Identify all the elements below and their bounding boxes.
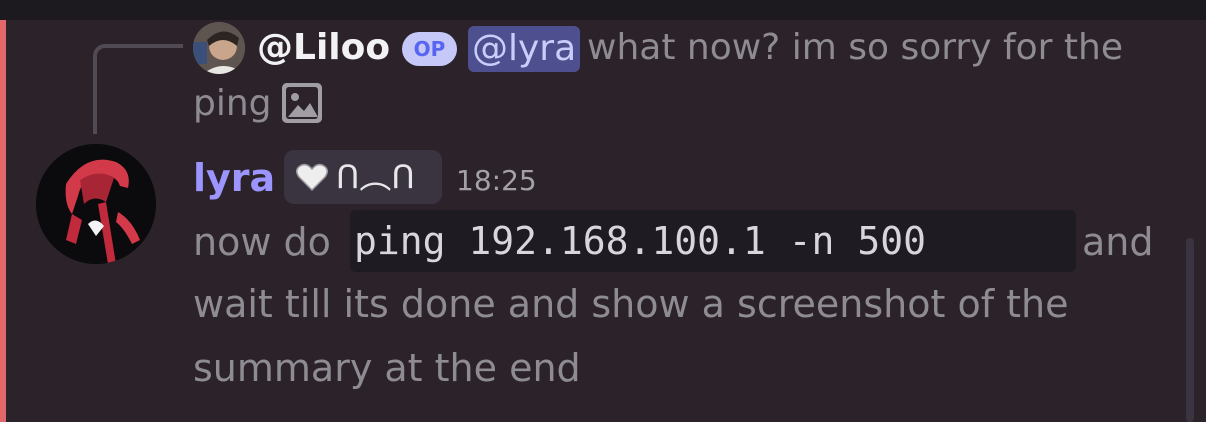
author-avatar[interactable]	[36, 144, 156, 264]
scrollbar[interactable]	[1186, 238, 1194, 422]
top-bar	[0, 0, 1206, 20]
message-text-prefix: now do	[193, 220, 331, 264]
message-text-line3: summary at the end	[193, 346, 581, 390]
reply-username[interactable]: @Liloo	[257, 22, 390, 74]
mention-lyra[interactable]: @lyra	[468, 26, 581, 72]
heart-icon	[296, 163, 328, 192]
avatar-image	[193, 22, 245, 74]
message-text-line2: wait till its done and show a screenshot…	[193, 282, 1069, 326]
op-badge: OP	[402, 32, 457, 66]
message-text-suffix: and	[1082, 220, 1154, 264]
highlight-accent-bar	[0, 20, 6, 422]
image-icon	[282, 83, 322, 123]
avatar-image	[36, 144, 156, 264]
reply-connector	[93, 44, 183, 134]
reply-avatar[interactable]	[193, 22, 245, 74]
author-name[interactable]: lyra	[193, 152, 275, 204]
message-timestamp[interactable]: 18:25	[456, 160, 537, 202]
inline-code: ping 192.168.100.1 -n 500	[350, 210, 1076, 272]
reply-text-line1[interactable]: what now? im so sorry for the	[587, 22, 1123, 74]
clan-tag[interactable]: ᑎ︵ᑎ	[284, 150, 442, 204]
clan-tag-text: ᑎ︵ᑎ	[336, 158, 415, 196]
reply-text-line2[interactable]: ping	[193, 78, 272, 130]
